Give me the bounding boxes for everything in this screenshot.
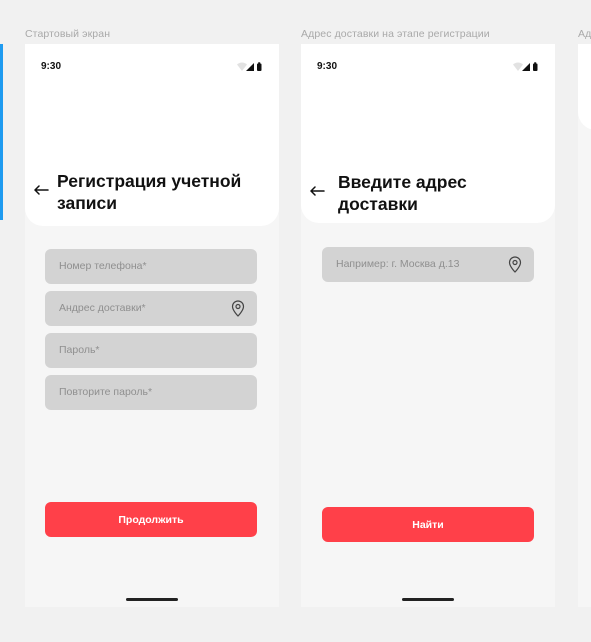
- page-title-line-1: Введите адрес: [338, 172, 467, 192]
- frame-label-address-screen: Адрес доставки на этапе регистрации: [301, 28, 490, 40]
- status-icons: [237, 62, 262, 71]
- battery-icon: [257, 63, 262, 71]
- wifi-icon: [513, 62, 523, 71]
- signal-icon: [522, 63, 530, 71]
- repeat-password-field[interactable]: Повторите пароль*: [45, 375, 257, 410]
- home-indicator: [126, 598, 178, 601]
- password-field[interactable]: Пароль*: [45, 333, 257, 368]
- status-time: 9:30: [41, 61, 62, 72]
- back-arrow-icon[interactable]: [33, 185, 49, 195]
- continue-button[interactable]: Продолжить: [45, 502, 257, 537]
- screen-header: 9:30 Введите адрес доставки: [301, 44, 555, 223]
- password-field-placeholder: Пароль*: [59, 344, 100, 356]
- screen-delivery-address: 9:30 Введите адрес доставки Например: г.…: [301, 44, 555, 607]
- phone-field-placeholder: Номер телефона*: [59, 260, 147, 272]
- page-title-line-2: доставки: [338, 194, 418, 214]
- page-title-line-1: Регистрация учетной: [57, 171, 242, 191]
- screen-header: 9:30 Регистрация учетной записи: [25, 44, 279, 226]
- page-title-line-2: записи: [57, 193, 118, 213]
- back-arrow-icon[interactable]: [309, 186, 325, 196]
- home-indicator: [402, 598, 454, 601]
- page-title: Введите адрес доставки: [338, 171, 467, 215]
- selection-edge: [0, 44, 3, 220]
- status-icons: [513, 62, 538, 71]
- delivery-address-placeholder: Андрес доставки*: [59, 302, 146, 314]
- frame-label-next-screen: Ад: [578, 28, 591, 40]
- map-pin-icon[interactable]: [508, 256, 522, 273]
- address-search-field[interactable]: Например: г. Москва д.13: [322, 247, 534, 282]
- delivery-address-field[interactable]: Андрес доставки*: [45, 291, 257, 326]
- signal-icon: [246, 63, 254, 71]
- screen-start-registration: 9:30 Регистрация учетной записи Номер те…: [25, 44, 279, 607]
- screen-next-clipped: [578, 44, 591, 607]
- page-title: Регистрация учетной записи: [57, 170, 241, 214]
- screen-header: [578, 44, 591, 130]
- map-pin-icon[interactable]: [231, 300, 245, 317]
- battery-icon: [533, 63, 538, 71]
- phone-field[interactable]: Номер телефона*: [45, 249, 257, 284]
- find-button[interactable]: Найти: [322, 507, 534, 542]
- wifi-icon: [237, 62, 247, 71]
- status-time: 9:30: [317, 61, 338, 72]
- frame-label-start-screen: Стартовый экран: [25, 28, 111, 40]
- repeat-password-placeholder: Повторите пароль*: [59, 386, 153, 398]
- address-search-placeholder: Например: г. Москва д.13: [336, 258, 460, 270]
